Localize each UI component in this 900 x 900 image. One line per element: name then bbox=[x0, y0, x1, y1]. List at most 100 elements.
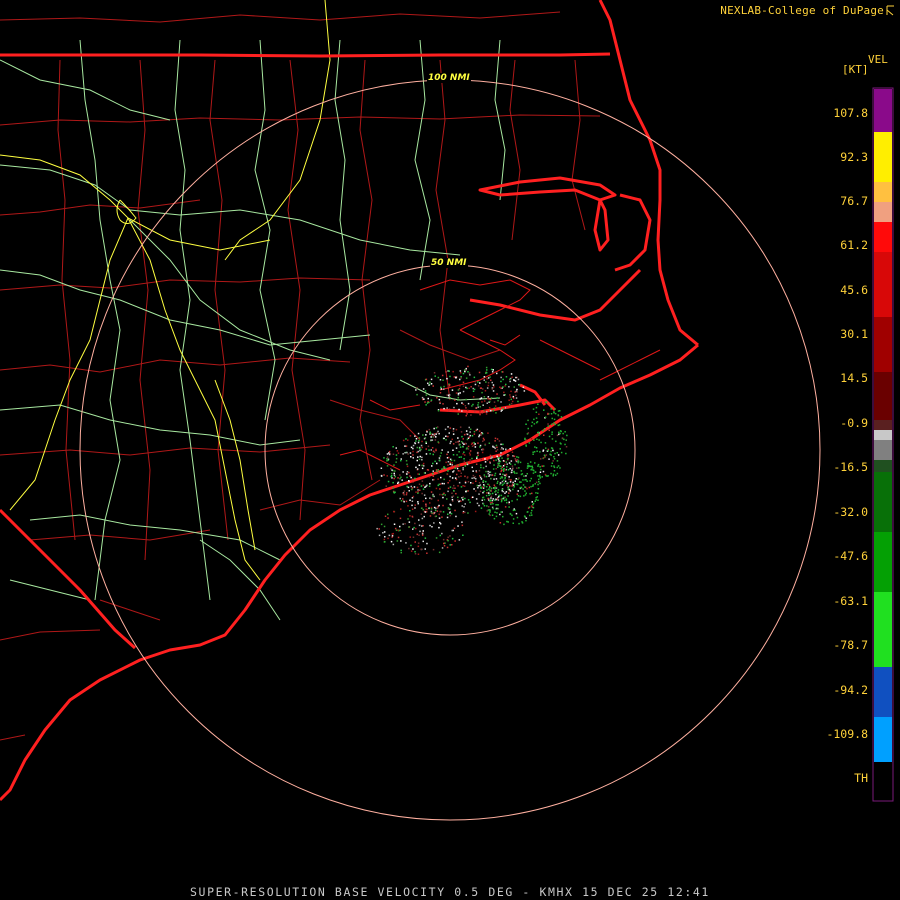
radar-return-pixel bbox=[502, 473, 504, 476]
radar-return-pixel bbox=[392, 543, 395, 546]
radar-return-pixel bbox=[477, 406, 479, 408]
radar-return-pixel bbox=[446, 473, 449, 476]
radar-return-pixel bbox=[399, 477, 401, 480]
radar-return-pixel bbox=[557, 414, 559, 416]
radar-return-pixel bbox=[485, 413, 488, 415]
radar-return-pixel bbox=[503, 467, 505, 470]
radar-return-pixel bbox=[526, 467, 529, 469]
radar-return-pixel bbox=[509, 513, 512, 515]
radar-return-pixel bbox=[486, 402, 488, 404]
radar-return-pixel bbox=[457, 470, 460, 472]
radar-return-pixel bbox=[451, 438, 453, 441]
radar-return-pixel bbox=[540, 441, 542, 444]
radar-return-pixel bbox=[419, 489, 421, 491]
radar-return-pixel bbox=[552, 473, 555, 475]
radar-return-pixel bbox=[460, 486, 463, 488]
radar-return-pixel bbox=[565, 446, 568, 448]
radar-return-pixel bbox=[487, 432, 489, 434]
radar-return-pixel bbox=[486, 510, 488, 512]
radar-return-pixel bbox=[448, 396, 450, 398]
radar-return-pixel bbox=[384, 515, 387, 517]
radar-return-pixel bbox=[491, 371, 494, 373]
radar-return-pixel bbox=[491, 506, 494, 509]
radar-return-pixel bbox=[486, 387, 489, 389]
radar-return-pixel bbox=[559, 410, 561, 412]
radar-return-pixel bbox=[443, 542, 445, 545]
radar-return-pixel bbox=[490, 477, 492, 480]
radar-return-pixel bbox=[463, 443, 465, 445]
radar-return-pixel bbox=[504, 492, 506, 494]
radar-return-pixel bbox=[427, 445, 430, 448]
radar-return-pixel bbox=[488, 471, 491, 473]
radar-return-pixel bbox=[421, 440, 423, 443]
radar-return-pixel bbox=[437, 469, 439, 471]
radar-return-pixel bbox=[412, 447, 414, 450]
radar-return-pixel bbox=[410, 544, 412, 547]
radar-return-pixel bbox=[474, 443, 476, 445]
radar-return-pixel bbox=[448, 408, 451, 410]
radar-return-pixel bbox=[495, 450, 497, 452]
radar-return-pixel bbox=[537, 475, 539, 477]
radar-return-pixel bbox=[449, 535, 451, 537]
radar-return-pixel bbox=[558, 424, 561, 426]
radar-return-pixel bbox=[426, 469, 429, 471]
radar-return-pixel bbox=[498, 457, 501, 459]
radar-return-pixel bbox=[418, 524, 421, 527]
radar-return-pixel bbox=[487, 377, 490, 379]
radar-return-pixel bbox=[432, 548, 435, 551]
radar-return-pixel bbox=[454, 509, 456, 512]
radar-return-pixel bbox=[547, 475, 549, 477]
radar-return-pixel bbox=[512, 395, 515, 398]
radar-return-pixel bbox=[451, 492, 453, 494]
radar-return-pixel bbox=[383, 541, 386, 543]
radar-return-pixel bbox=[417, 450, 419, 453]
radar-return-pixel bbox=[431, 526, 433, 528]
radar-return-pixel bbox=[525, 444, 527, 446]
radar-return-pixel bbox=[497, 499, 500, 501]
radar-return-pixel bbox=[522, 479, 524, 481]
radar-return-pixel bbox=[521, 473, 524, 475]
radar-return-pixel bbox=[435, 515, 437, 517]
radar-return-pixel bbox=[504, 385, 506, 387]
radar-return-pixel bbox=[509, 394, 511, 396]
radar-return-pixel bbox=[425, 453, 428, 455]
radar-return-pixel bbox=[458, 440, 461, 442]
radar-return-pixel bbox=[454, 477, 457, 479]
radar-return-pixel bbox=[487, 382, 490, 384]
radar-return-pixel bbox=[432, 470, 434, 472]
radar-return-pixel bbox=[496, 512, 498, 514]
radar-return-pixel bbox=[542, 470, 545, 473]
radar-return-pixel bbox=[505, 491, 508, 493]
radar-return-pixel bbox=[407, 486, 410, 489]
radar-return-pixel bbox=[502, 378, 504, 381]
radar-return-pixel bbox=[537, 488, 540, 490]
radar-return-pixel bbox=[405, 438, 407, 440]
radar-return-pixel bbox=[497, 466, 499, 468]
radar-return-pixel bbox=[508, 506, 510, 508]
radar-return-pixel bbox=[453, 376, 456, 378]
radar-return-pixel bbox=[539, 471, 542, 473]
radar-return-pixel bbox=[500, 452, 502, 454]
radar-return-pixel bbox=[515, 512, 518, 515]
radar-return-pixel bbox=[547, 412, 549, 415]
radar-return-pixel bbox=[505, 376, 508, 378]
radar-return-pixel bbox=[527, 419, 529, 422]
radar-return-pixel bbox=[528, 442, 531, 444]
radar-return-pixel bbox=[496, 482, 498, 484]
radar-return-pixel bbox=[529, 465, 531, 467]
radar-return-pixel bbox=[462, 468, 464, 471]
radar-return-pixel bbox=[406, 476, 408, 479]
radar-return-pixel bbox=[473, 433, 476, 435]
radar-return-pixel bbox=[440, 510, 442, 513]
radar-return-pixel bbox=[441, 468, 443, 470]
radar-return-pixel bbox=[528, 506, 531, 508]
radar-return-pixel bbox=[455, 392, 458, 394]
radar-return-pixel bbox=[447, 435, 449, 438]
radar-return-pixel bbox=[501, 484, 504, 486]
radar-return-pixel bbox=[434, 375, 436, 377]
radar-return-pixel bbox=[477, 442, 479, 444]
radar-return-pixel bbox=[478, 504, 480, 507]
radar-return-pixel bbox=[515, 459, 517, 461]
radar-return-pixel bbox=[422, 462, 425, 465]
radar-return-pixel bbox=[538, 413, 540, 415]
